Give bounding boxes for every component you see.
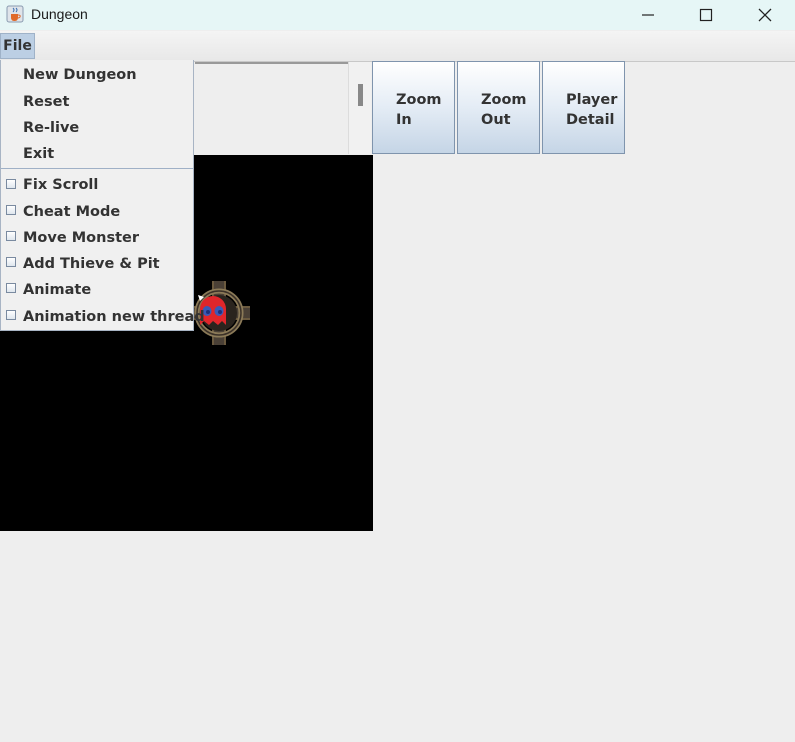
menu-item-fix-scroll[interactable]: Fix Scroll bbox=[23, 177, 98, 193]
close-icon bbox=[758, 8, 772, 22]
title-bar: Dungeon bbox=[0, 0, 795, 30]
menu-item-new-dungeon[interactable]: New Dungeon bbox=[23, 67, 137, 83]
player-detail-label-2: Detail bbox=[566, 112, 615, 128]
java-cup-icon bbox=[6, 5, 24, 23]
fix-scroll-checkbox[interactable] bbox=[6, 179, 16, 189]
player-detail-label-1: Player bbox=[566, 92, 618, 108]
scrollbar-thumb[interactable] bbox=[358, 84, 363, 106]
zoom-in-label-2: In bbox=[396, 112, 412, 128]
menu-item-animate[interactable]: Animate bbox=[23, 282, 91, 298]
minimize-button[interactable] bbox=[619, 0, 677, 30]
zoom-out-label-1: Zoom bbox=[481, 92, 527, 108]
menu-separator bbox=[1, 168, 193, 169]
file-dropdown-menu: New Dungeon Reset Re-live Exit Fix Scrol… bbox=[0, 60, 205, 331]
player-detail-button[interactable]: Player Detail bbox=[542, 61, 625, 154]
zoom-out-label-2: Out bbox=[481, 112, 511, 128]
zoom-in-label-1: Zoom bbox=[396, 92, 442, 108]
move-monster-checkbox[interactable] bbox=[6, 231, 16, 241]
close-button[interactable] bbox=[736, 0, 794, 30]
vertical-scrollbar[interactable] bbox=[348, 62, 371, 154]
menu-item-exit[interactable]: Exit bbox=[23, 146, 54, 162]
menu-item-reset[interactable]: Reset bbox=[23, 94, 69, 110]
menu-item-cheat-mode[interactable]: Cheat Mode bbox=[23, 204, 120, 220]
maximize-button[interactable] bbox=[677, 0, 735, 30]
top-panel bbox=[195, 62, 349, 156]
menu-item-move-monster[interactable]: Move Monster bbox=[23, 230, 139, 246]
menu-bar: File bbox=[0, 31, 795, 62]
window-title: Dungeon bbox=[31, 6, 88, 22]
zoom-in-button[interactable]: Zoom In bbox=[372, 61, 455, 154]
file-menu[interactable]: File bbox=[0, 33, 35, 59]
menu-item-add-thieve-pit[interactable]: Add Thieve & Pit bbox=[23, 256, 160, 272]
zoom-out-button[interactable]: Zoom Out bbox=[457, 61, 540, 154]
cheat-mode-checkbox[interactable] bbox=[6, 205, 16, 215]
menu-item-re-live[interactable]: Re-live bbox=[23, 120, 79, 136]
minimize-icon bbox=[642, 14, 654, 16]
maximize-icon bbox=[699, 8, 713, 22]
animate-checkbox[interactable] bbox=[6, 283, 16, 293]
animation-new-thread-checkbox[interactable] bbox=[6, 310, 16, 320]
menu-item-animation-new-thread[interactable]: Animation new thread bbox=[23, 309, 205, 325]
add-thieve-pit-checkbox[interactable] bbox=[6, 257, 16, 267]
